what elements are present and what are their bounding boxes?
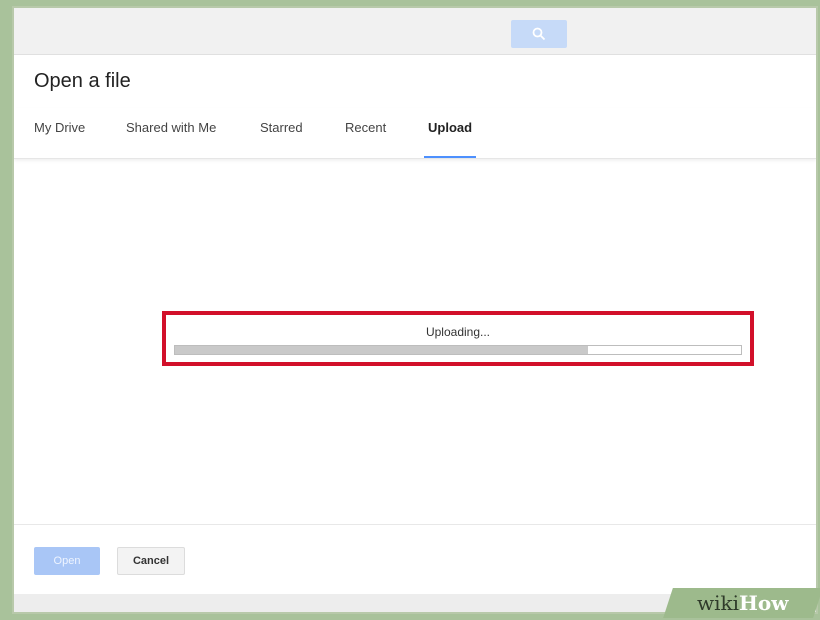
upload-progress-bar	[174, 345, 742, 355]
tab-bar: My Drive Shared with Me Starred Recent U…	[14, 108, 816, 159]
upload-progress-fill	[175, 346, 589, 354]
cancel-button[interactable]: Cancel	[117, 547, 185, 575]
tab-my-drive[interactable]: My Drive	[34, 118, 85, 148]
open-button[interactable]: Open	[34, 547, 100, 575]
tab-shared-with-me[interactable]: Shared with Me	[126, 118, 216, 148]
wikihow-watermark: wikiHow	[663, 588, 820, 618]
upload-status-text: Uploading...	[425, 325, 491, 339]
wikihow-logo: wikiHow	[697, 591, 789, 615]
tab-upload[interactable]: Upload	[423, 118, 477, 158]
tab-recent[interactable]: Recent	[345, 118, 386, 148]
open-file-dialog-window: Open a file My Drive Shared with Me Star…	[12, 6, 818, 614]
dialog-title: Open a file	[34, 70, 131, 92]
tab-starred[interactable]: Starred	[260, 118, 303, 148]
upload-progress-panel: Uploading...	[162, 311, 754, 366]
search-button[interactable]	[511, 20, 567, 48]
top-toolbar	[14, 8, 816, 55]
search-icon	[532, 27, 546, 41]
